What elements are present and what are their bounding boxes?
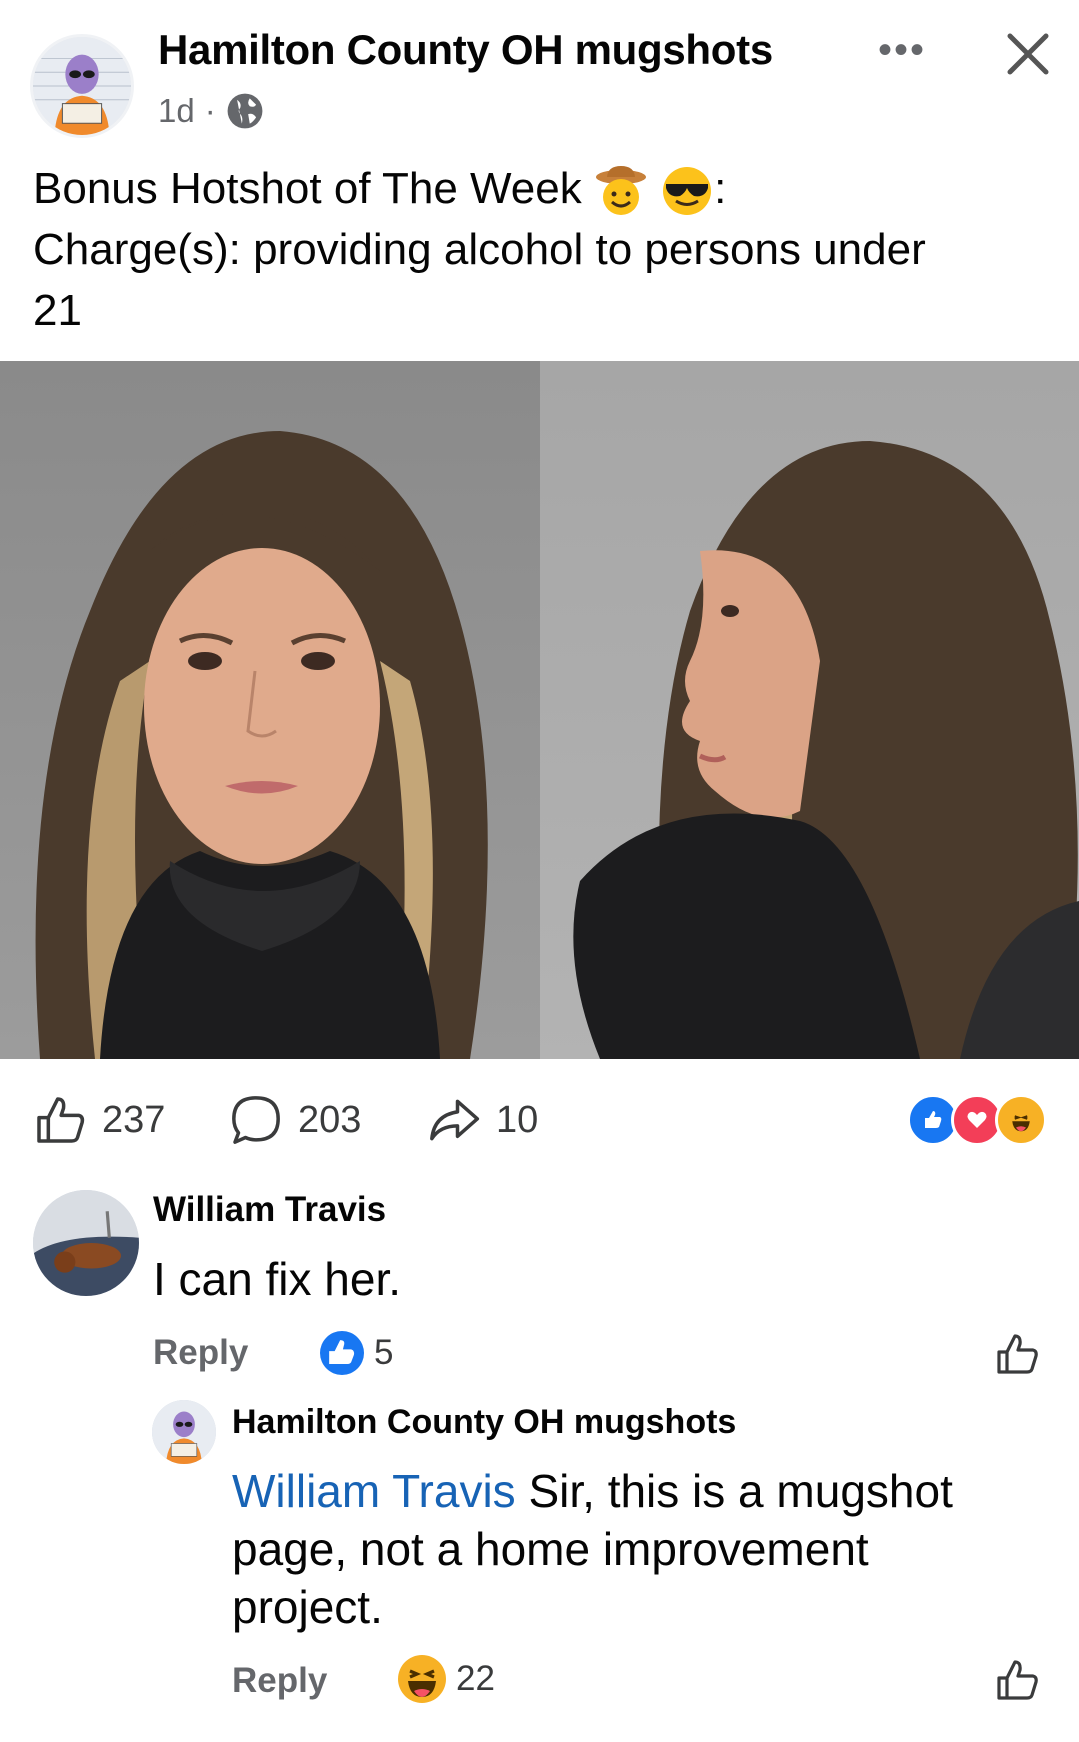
reply-text-line-1: Sir, this is a mugshot bbox=[515, 1465, 953, 1517]
caption-line-2: Charge(s): providing alcohol to persons … bbox=[33, 225, 926, 274]
like-button[interactable]: 237 bbox=[32, 1092, 165, 1148]
reply-text: William Travis Sir, this is a mugshot pa… bbox=[232, 1462, 1032, 1636]
close-icon[interactable] bbox=[998, 24, 1058, 84]
post-caption: Bonus Hotshot of The Week : Charge(s): p… bbox=[33, 158, 1048, 341]
comment-count: 203 bbox=[298, 1098, 362, 1141]
sunglasses-face-icon bbox=[663, 167, 712, 216]
caption-line-1: Bonus Hotshot of The Week : bbox=[33, 158, 1048, 219]
reply-button[interactable]: Reply bbox=[153, 1333, 248, 1373]
reaction-summary[interactable] bbox=[907, 1094, 1047, 1146]
more-options-button[interactable]: ••• bbox=[878, 30, 926, 70]
reply-reaction-count[interactable]: 22 bbox=[398, 1655, 495, 1703]
caption-colon: : bbox=[714, 164, 727, 213]
cowboy-face-icon bbox=[595, 166, 646, 216]
reply-author-avatar[interactable] bbox=[152, 1400, 216, 1464]
haha-reaction-icon bbox=[398, 1655, 446, 1703]
meta-separator: · bbox=[204, 92, 216, 129]
like-count: 237 bbox=[102, 1098, 166, 1141]
share-button[interactable]: 10 bbox=[426, 1092, 538, 1148]
thumbs-up-outline-icon[interactable] bbox=[993, 1330, 1041, 1378]
reply-author[interactable]: Hamilton County OH mugshots bbox=[232, 1403, 736, 1442]
comment-reaction-count[interactable]: 5 bbox=[320, 1331, 393, 1375]
reply-haha-count: 22 bbox=[456, 1659, 495, 1698]
thumbs-up-outline-icon[interactable] bbox=[993, 1656, 1041, 1704]
share-count: 10 bbox=[496, 1098, 539, 1141]
post-meta: 1d · bbox=[158, 92, 264, 130]
mention-link[interactable]: William Travis bbox=[232, 1465, 516, 1517]
thumbs-up-outline-icon bbox=[37, 1097, 85, 1143]
reply-text-line-3: project. bbox=[232, 1581, 383, 1633]
page-avatar[interactable] bbox=[30, 34, 134, 138]
post-photo[interactable] bbox=[0, 361, 1079, 1059]
mugshot-front-view bbox=[0, 361, 540, 1059]
page-name[interactable]: Hamilton County OH mugshots bbox=[158, 26, 773, 74]
comment-like-count: 5 bbox=[374, 1333, 394, 1372]
post-stats-bar: 237 203 10 bbox=[0, 1080, 1079, 1160]
reply-text-line-2: page, not a home improvement bbox=[232, 1523, 869, 1575]
like-reaction-icon bbox=[320, 1331, 364, 1375]
haha-reaction-icon bbox=[995, 1094, 1047, 1146]
caption-title: Bonus Hotshot of The Week bbox=[33, 164, 582, 213]
commenter-avatar[interactable] bbox=[33, 1190, 139, 1296]
mugshot-profile-view bbox=[540, 361, 1079, 1059]
comment-author[interactable]: William Travis bbox=[153, 1190, 386, 1230]
caption-line-3: 21 bbox=[33, 286, 82, 335]
post-time[interactable]: 1d bbox=[158, 92, 195, 130]
reply-button[interactable]: Reply bbox=[232, 1661, 327, 1701]
comment-button[interactable]: 203 bbox=[228, 1092, 361, 1148]
globe-icon bbox=[227, 93, 263, 129]
share-arrow-icon bbox=[430, 1099, 480, 1141]
comment-text: I can fix her. bbox=[153, 1253, 402, 1305]
comment-bubble-icon bbox=[232, 1096, 280, 1144]
